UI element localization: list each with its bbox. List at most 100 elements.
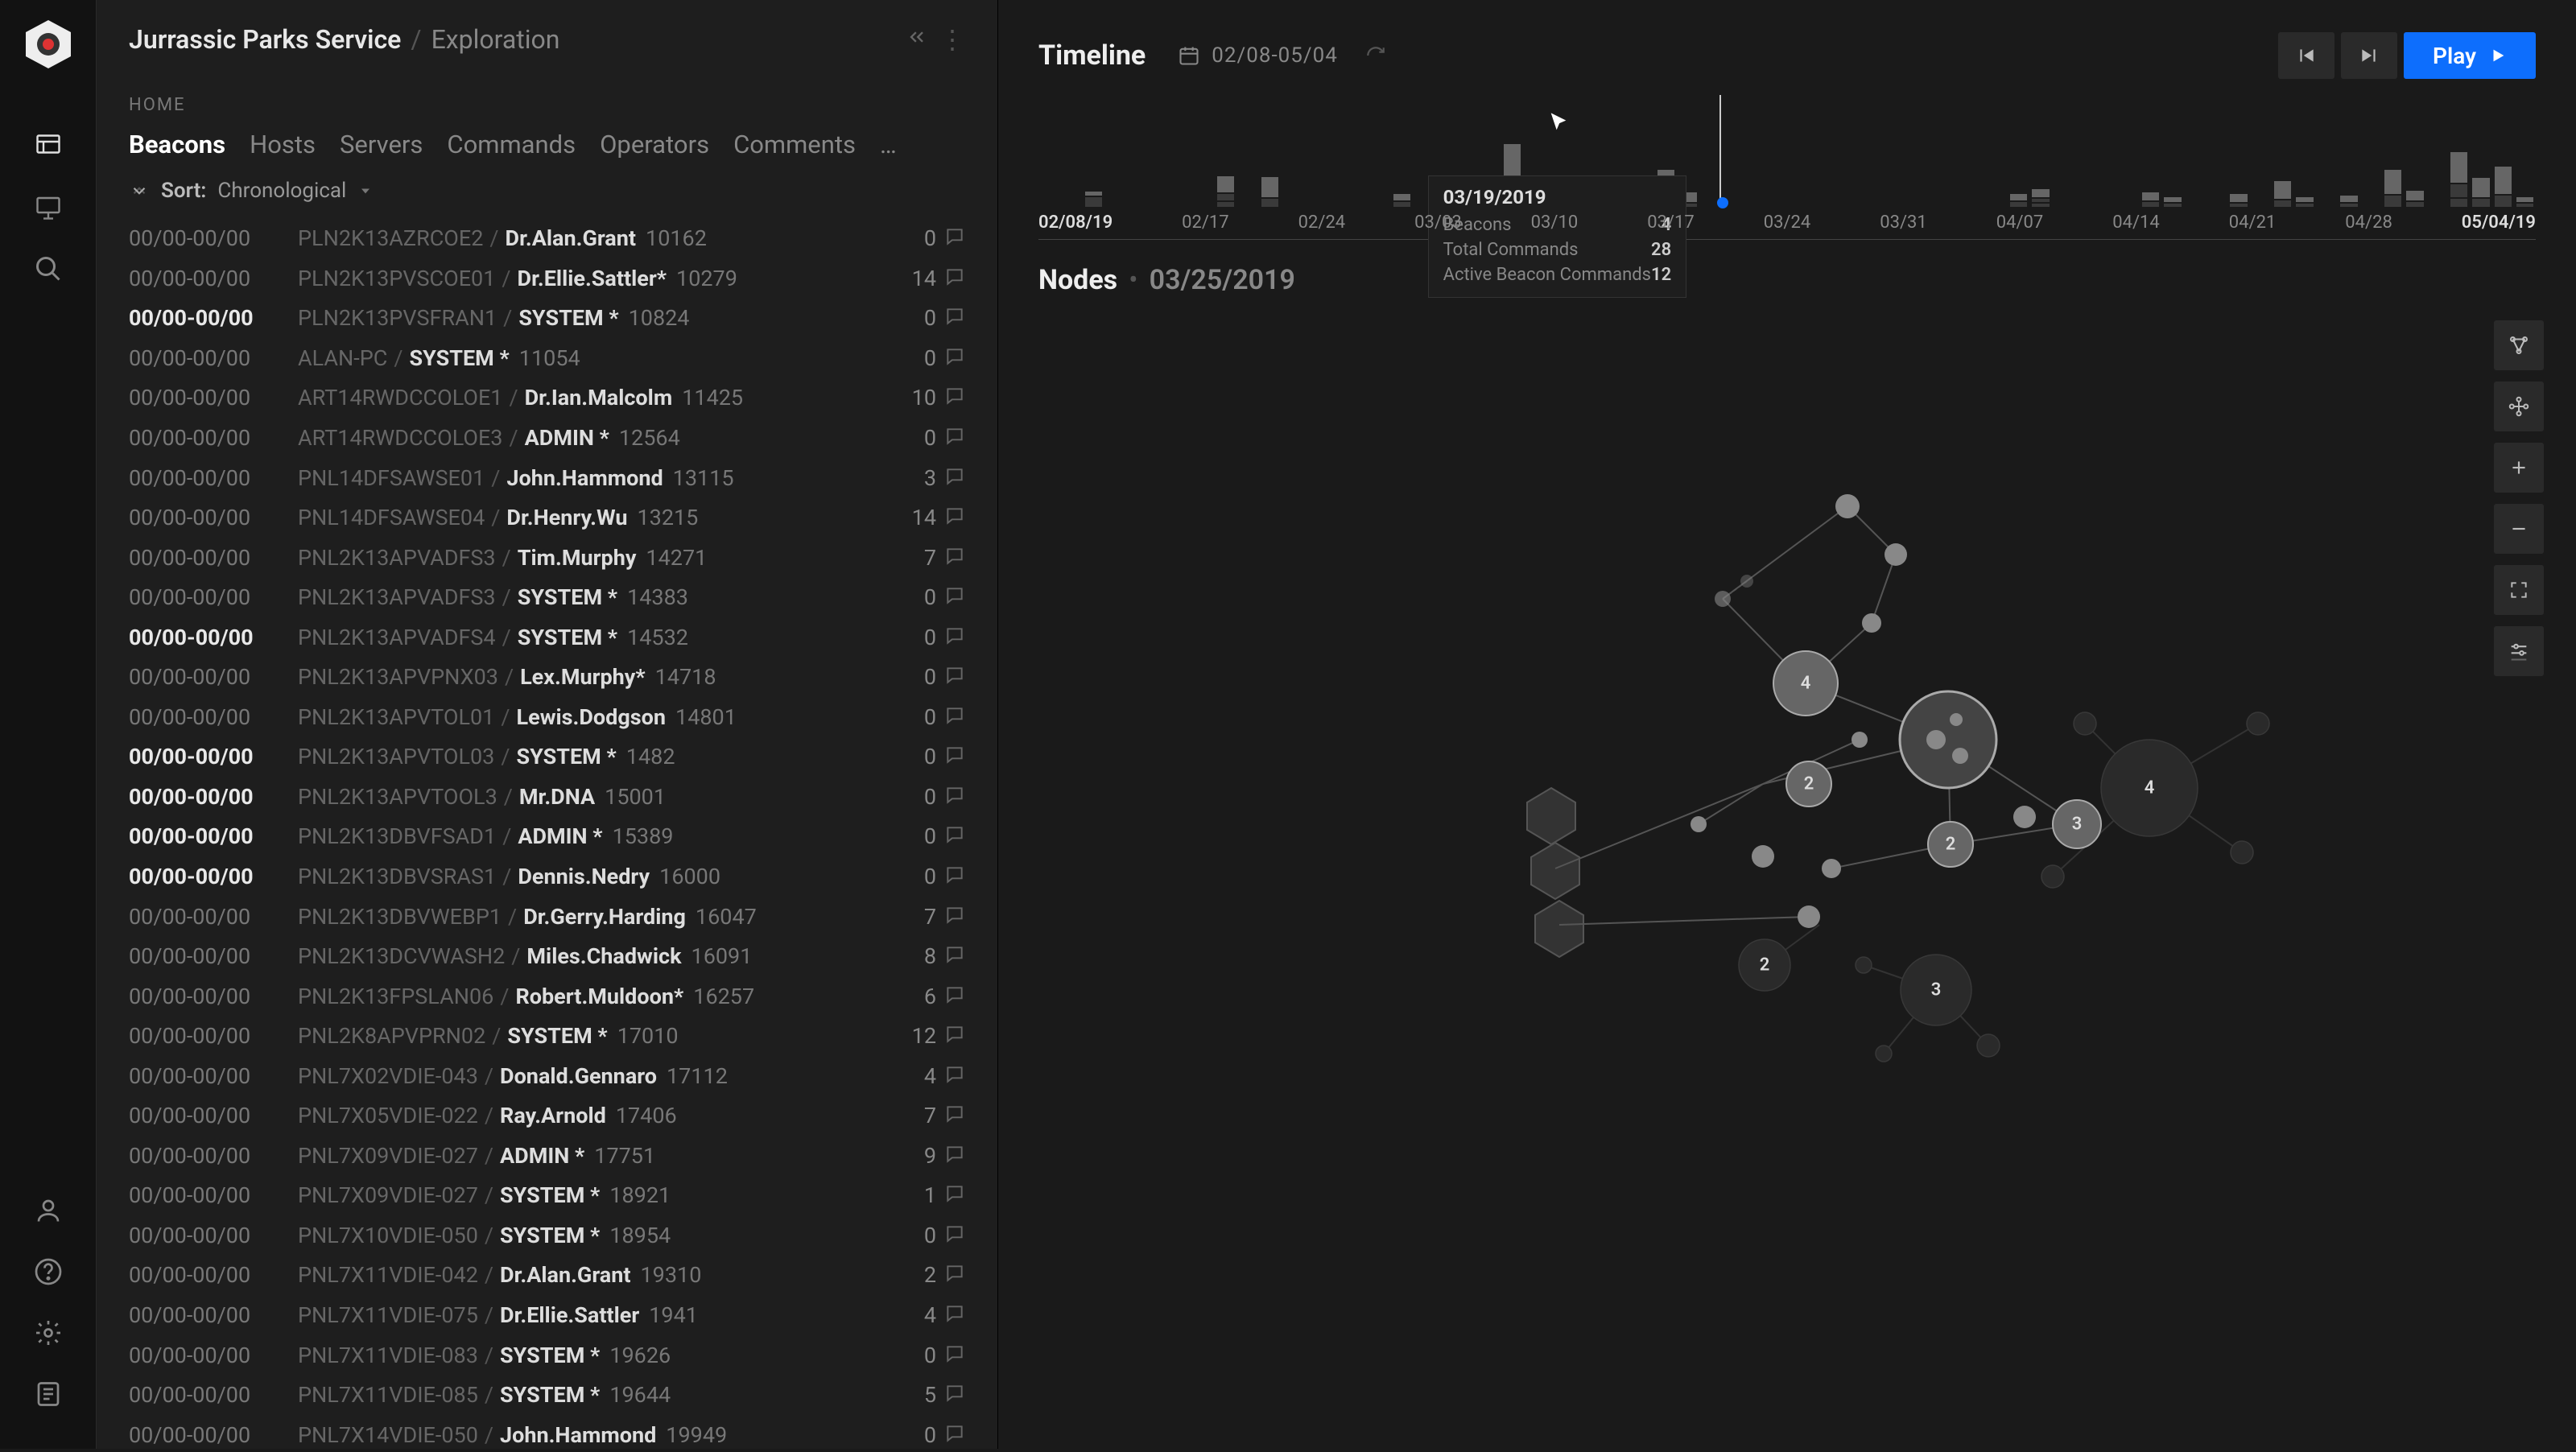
kebab-icon[interactable]: ⋮ (939, 24, 965, 55)
timeline-chart[interactable]: 03/19/2019 Beacons4Total Commands28Activ… (1038, 95, 2536, 240)
comment-icon[interactable] (944, 1303, 965, 1328)
beacon-row[interactable]: 00/00-00/00ALAN-PC/SYSTEM *110540 (129, 345, 965, 373)
graph-canvas[interactable]: 4 3 2 (998, 304, 2576, 1449)
beacon-row[interactable]: 00/00-00/00PNL2K13DCVWASH2/Miles.Chadwic… (129, 943, 965, 971)
comment-icon[interactable] (944, 984, 965, 1009)
comment-icon[interactable] (944, 665, 965, 690)
comment-icon[interactable] (944, 1103, 965, 1128)
filter-button[interactable] (2494, 626, 2544, 676)
beacon-row[interactable]: 00/00-00/00PNL7X11VDIE-083/SYSTEM *19626… (129, 1342, 965, 1369)
comment-icon[interactable] (944, 905, 965, 930)
breadcrumb-primary[interactable]: Jurrassic Parks Service (129, 24, 401, 55)
nodes-title: Nodes (1038, 264, 1117, 296)
comment-icon[interactable] (944, 944, 965, 969)
comment-icon[interactable] (944, 1263, 965, 1288)
graph-mode-icon[interactable] (2494, 320, 2544, 370)
beacon-row[interactable]: 00/00-00/00PNL7X09VDIE-027/SYSTEM *18921… (129, 1182, 965, 1210)
refresh-icon[interactable] (1365, 45, 1386, 66)
comment-icon[interactable] (944, 466, 965, 491)
beacon-row[interactable]: 00/00-00/00PNL2K13APVPNX03/Lex.Murphy*14… (129, 664, 965, 691)
comment-icon[interactable] (944, 1383, 965, 1408)
beacon-row[interactable]: 00/00-00/00PNL2K13APVADFS3/SYSTEM *14383… (129, 584, 965, 612)
timeline-playhead-dot[interactable] (1717, 197, 1728, 208)
comment-icon[interactable] (944, 346, 965, 371)
comment-icon[interactable] (944, 386, 965, 410)
nav-data[interactable] (26, 1372, 71, 1417)
timeline-playhead[interactable] (1719, 95, 1721, 207)
beacon-row[interactable]: 00/00-00/00PNL7X02VDIE-043/Donald.Gennar… (129, 1062, 965, 1090)
beacon-row[interactable]: 00/00-00/00PNL2K13DBVWEBP1/Dr.Gerry.Hard… (129, 903, 965, 930)
nav-help[interactable] (26, 1249, 71, 1294)
tab-beacons[interactable]: Beacons (129, 130, 225, 159)
comment-icon[interactable] (944, 226, 965, 251)
skip-forward-button[interactable] (2341, 32, 2397, 79)
beacon-row[interactable]: 00/00-00/00PNL2K13APVTOOL3/Mr.DNA150010 (129, 784, 965, 811)
nav-search[interactable] (26, 246, 71, 291)
beacon-row[interactable]: 00/00-00/00PNL2K8APVPRN02/SYSTEM *170101… (129, 1023, 965, 1050)
beacon-row[interactable]: 00/00-00/00PNL2K13FPSLAN06/Robert.Muldoo… (129, 983, 965, 1010)
sort-control[interactable]: Sort: Chronological (129, 179, 965, 203)
comment-icon[interactable] (944, 1064, 965, 1089)
comment-icon[interactable] (944, 266, 965, 291)
beacon-row[interactable]: 00/00-00/00PNL2K13APVTOL03/SYSTEM *14820 (129, 744, 965, 771)
beacon-row[interactable]: 00/00-00/00PNL7X05VDIE-022/Ray.Arnold174… (129, 1103, 965, 1130)
svg-text:2: 2 (1760, 955, 1770, 976)
beacon-row[interactable]: 00/00-00/00ART14RWDCCOLOE3/ADMIN *125640 (129, 425, 965, 452)
fullscreen-button[interactable] (2494, 565, 2544, 615)
comment-icon[interactable] (944, 306, 965, 331)
beacon-row[interactable]: 00/00-00/00PNL7X09VDIE-027/ADMIN *177519 (129, 1143, 965, 1170)
beacon-row[interactable]: 00/00-00/00PNL7X11VDIE-085/SYSTEM *19644… (129, 1382, 965, 1409)
beacon-row[interactable]: 00/00-00/00PNL7X14VDIE-050/John.Hammond1… (129, 1421, 965, 1449)
comment-icon[interactable] (944, 546, 965, 571)
timeline-title: Timeline (1038, 39, 1146, 72)
comment-icon[interactable] (944, 785, 965, 810)
comment-icon[interactable] (944, 1024, 965, 1049)
nav-user[interactable] (26, 1188, 71, 1233)
comment-icon[interactable] (944, 705, 965, 730)
play-icon (2489, 47, 2507, 64)
layout-icon[interactable] (2494, 382, 2544, 431)
beacon-row[interactable]: 00/00-00/00PNL7X11VDIE-042/Dr.Alan.Grant… (129, 1262, 965, 1289)
beacon-row[interactable]: 00/00-00/00PNL2K13APVADFS3/Tim.Murphy142… (129, 544, 965, 571)
comment-icon[interactable] (944, 625, 965, 650)
comment-icon[interactable] (944, 1183, 965, 1208)
beacon-row[interactable]: 00/00-00/00PNL7X10VDIE-050/SYSTEM *18954… (129, 1223, 965, 1250)
breadcrumb-secondary[interactable]: Exploration (431, 24, 560, 55)
tab-comments[interactable]: Comments (733, 130, 856, 159)
beacon-row[interactable]: 00/00-00/00PNL2K13DBVSRAS1/Dennis.Nedry1… (129, 864, 965, 891)
timeline-range[interactable]: 02/08-05/04 (1212, 43, 1338, 68)
comment-icon[interactable] (944, 1343, 965, 1368)
beacon-row[interactable]: 00/00-00/00PNL7X11VDIE-075/Dr.Ellie.Satt… (129, 1302, 965, 1330)
skip-back-button[interactable] (2278, 32, 2334, 79)
comment-icon[interactable] (944, 426, 965, 451)
comment-icon[interactable] (944, 1144, 965, 1169)
comment-icon[interactable] (944, 585, 965, 610)
nav-presentation[interactable] (26, 185, 71, 230)
beacon-row[interactable]: 00/00-00/00PNL2K13APVADFS4/SYSTEM *14532… (129, 624, 965, 651)
comment-icon[interactable] (944, 1223, 965, 1248)
beacon-row[interactable]: 00/00-00/00ART14RWDCCOLOE1/Dr.Ian.Malcol… (129, 385, 965, 412)
comment-icon[interactable] (944, 824, 965, 849)
comment-icon[interactable] (944, 505, 965, 530)
beacon-row[interactable]: 00/00-00/00PNL14DFSAWSE04/Dr.Henry.Wu132… (129, 505, 965, 532)
comment-icon[interactable] (944, 864, 965, 889)
comment-icon[interactable] (944, 745, 965, 769)
play-button[interactable]: Play (2404, 32, 2536, 79)
beacon-row[interactable]: 00/00-00/00PNL2K13APVTOL01/Lewis.Dodgson… (129, 704, 965, 732)
beacon-row[interactable]: 00/00-00/00PNL14DFSAWSE01/John.Hammond13… (129, 464, 965, 492)
nav-explore[interactable] (26, 124, 71, 169)
tab-operators[interactable]: Operators (600, 130, 709, 159)
tabs-more[interactable]: … (880, 130, 897, 159)
beacon-row[interactable]: 00/00-00/00PLN2K13AZRCOE2/Dr.Alan.Grant1… (129, 225, 965, 253)
zoom-out-button[interactable] (2494, 504, 2544, 554)
beacon-row[interactable]: 00/00-00/00PLN2K13PVSCOE01/Dr.Ellie.Satt… (129, 266, 965, 293)
comment-icon[interactable] (944, 1423, 965, 1448)
tab-servers[interactable]: Servers (340, 130, 423, 159)
collapse-sidebar-icon[interactable] (906, 26, 933, 54)
beacon-row[interactable]: 00/00-00/00PLN2K13PVSFRAN1/SYSTEM *10824… (129, 305, 965, 332)
beacon-row[interactable]: 00/00-00/00PNL2K13DBVFSAD1/ADMIN *153890 (129, 823, 965, 851)
tab-commands[interactable]: Commands (447, 130, 576, 159)
zoom-in-button[interactable] (2494, 443, 2544, 493)
nav-settings[interactable] (26, 1310, 71, 1355)
tab-hosts[interactable]: Hosts (250, 130, 316, 159)
